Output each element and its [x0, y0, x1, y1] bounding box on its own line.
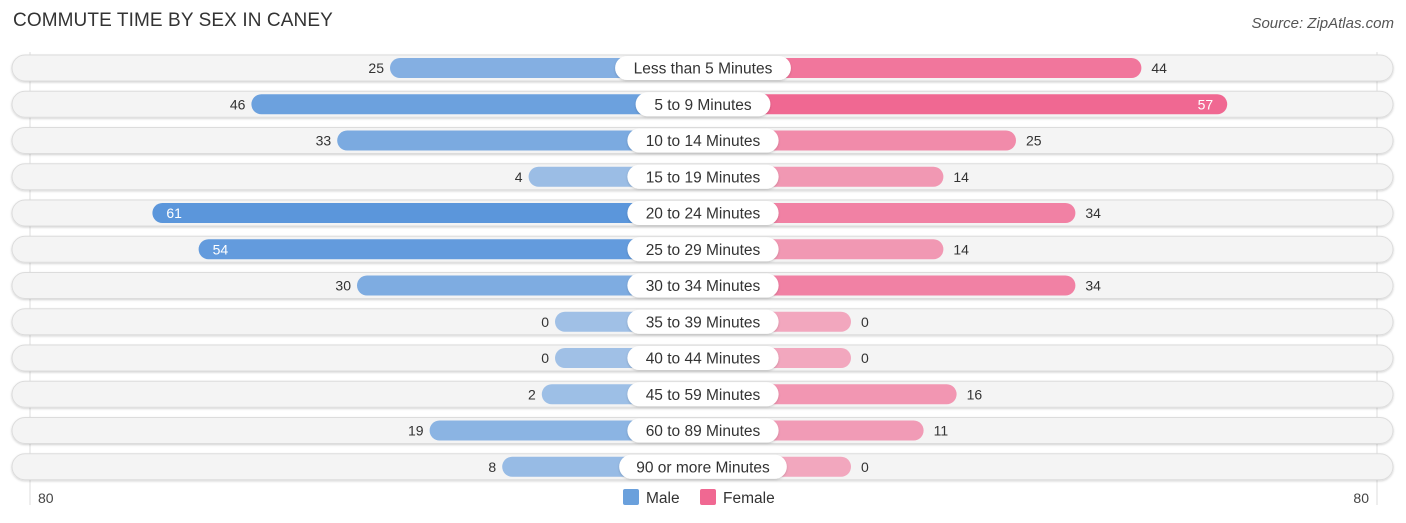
female-value-label: 34: [1085, 278, 1101, 294]
female-value-label: 34: [1085, 205, 1101, 221]
male-value-label: 25: [368, 60, 384, 76]
chart-svg: 25 44Less than 5 Minutes46 575 to 9 Minute…: [11, 52, 1394, 507]
female-value-label: 57: [1198, 96, 1214, 112]
legend-label-male: Male: [646, 490, 680, 507]
male-value-label: 2: [528, 386, 536, 402]
axis-label-left: 80: [38, 490, 54, 506]
female-value-label: 14: [953, 169, 969, 185]
female-value-label: 14: [953, 241, 969, 257]
female-value-label: 0: [861, 350, 869, 366]
category-label: 30 to 34 Minutes: [646, 278, 761, 295]
legend-swatch-female: [700, 489, 716, 505]
female-value-label: 25: [1026, 133, 1042, 149]
category-label: 15 to 19 Minutes: [646, 169, 761, 186]
male-value-label: 33: [316, 133, 332, 149]
legend-swatch-male: [623, 489, 639, 505]
female-value-label: 16: [967, 386, 983, 402]
legend-label-female: Female: [723, 490, 775, 507]
category-label: 60 to 89 Minutes: [646, 423, 761, 440]
category-label: 25 to 29 Minutes: [646, 242, 761, 259]
male-value-label: 0: [541, 314, 549, 330]
category-label: 90 or more Minutes: [636, 459, 770, 476]
female-value-label: 44: [1151, 60, 1167, 76]
category-label: 35 to 39 Minutes: [646, 314, 761, 331]
male-value-label: 54: [213, 241, 229, 257]
male-value-label: 19: [408, 423, 424, 439]
female-value-label: 0: [861, 314, 869, 330]
category-label: 5 to 9 Minutes: [654, 97, 752, 114]
category-label: 45 to 59 Minutes: [646, 387, 761, 404]
female-bar: [703, 94, 1228, 115]
male-value-label: 0: [541, 350, 549, 366]
male-bar: [251, 94, 703, 115]
male-bar: [152, 203, 703, 223]
female-value-label: 11: [934, 423, 949, 439]
male-value-label: 4: [515, 169, 523, 185]
category-label: Less than 5 Minutes: [634, 61, 773, 78]
male-value-label: 46: [230, 96, 246, 112]
female-value-label: 0: [861, 459, 869, 475]
category-label: 20 to 24 Minutes: [646, 206, 761, 223]
category-label: 10 to 14 Minutes: [646, 133, 761, 150]
male-bar: [198, 239, 703, 260]
axis-label-right: 80: [1353, 490, 1369, 506]
male-value-label: 8: [488, 459, 496, 475]
chart-root: COMMUTE TIME BY SEX IN CANEY Source: Zip…: [0, 0, 1406, 523]
category-label: 40 to 44 Minutes: [646, 351, 761, 368]
male-value-label: 30: [335, 278, 351, 294]
male-value-label: 61: [166, 205, 182, 221]
